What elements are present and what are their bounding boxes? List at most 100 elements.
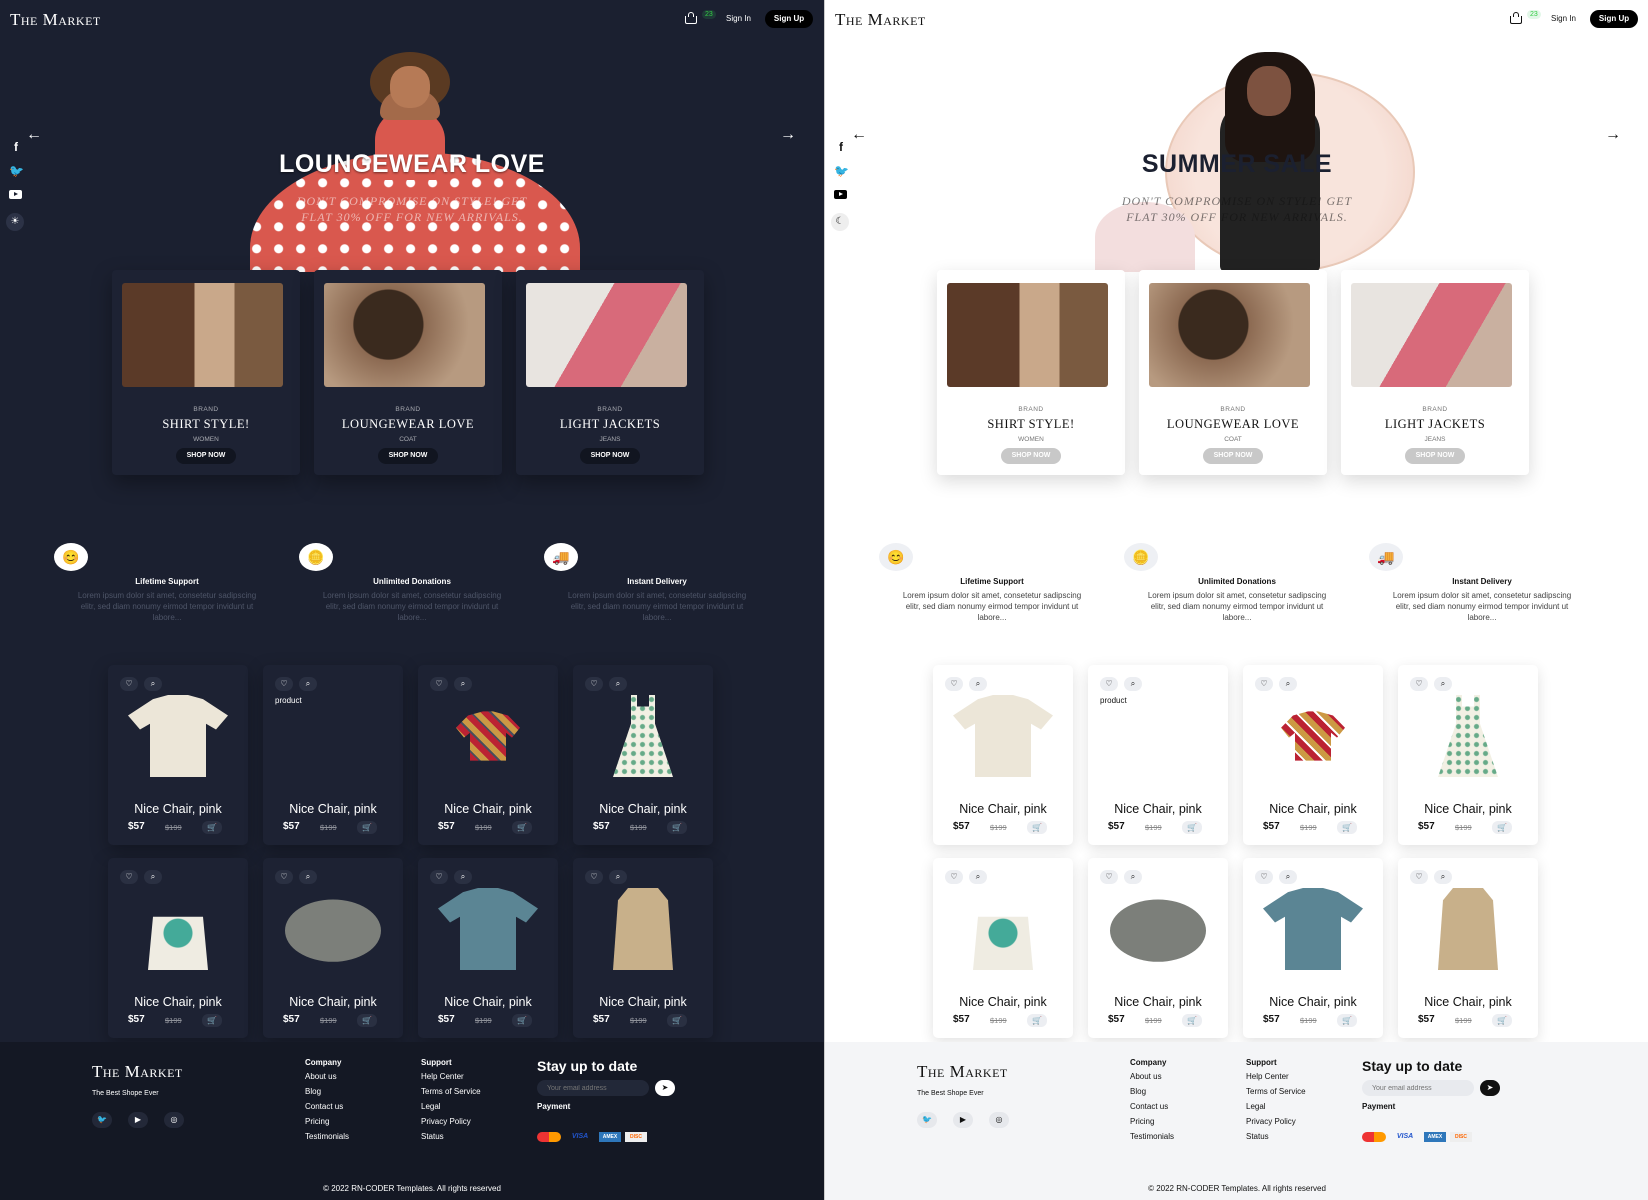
product-name[interactable]: Nice Chair, pink xyxy=(933,995,1073,1009)
footer-link[interactable]: Blog xyxy=(305,1087,349,1096)
facebook-icon[interactable]: f xyxy=(834,140,848,154)
shop-now-button[interactable]: SHOP NOW xyxy=(1001,448,1061,464)
sign-up-button[interactable]: Sign Up xyxy=(1590,10,1638,28)
arrow-left-icon[interactable]: ← xyxy=(26,126,42,144)
product-name[interactable]: Nice Chair, pink xyxy=(573,995,713,1009)
footer-link[interactable]: Contact us xyxy=(305,1102,349,1111)
product-card[interactable]: ♡ ⌕ Nice Chair, pink $57 $199 🛒 product xyxy=(1088,665,1228,845)
heart-icon[interactable]: ♡ xyxy=(120,677,138,691)
youtube-icon[interactable] xyxy=(834,190,847,199)
add-to-cart-icon[interactable]: 🛒 xyxy=(1027,821,1047,834)
shop-now-button[interactable]: SHOP NOW xyxy=(580,448,640,464)
arrow-left-icon[interactable]: ← xyxy=(851,126,867,144)
logo[interactable]: The Market xyxy=(10,10,101,30)
product-name[interactable]: Nice Chair, pink xyxy=(933,802,1073,816)
product-name[interactable]: Nice Chair, pink xyxy=(1243,802,1383,816)
search-icon[interactable]: ⌕ xyxy=(1279,677,1297,691)
heart-icon[interactable]: ♡ xyxy=(275,677,293,691)
product-card[interactable]: ♡ ⌕ Nice Chair, pink $57 $199 🛒 xyxy=(1243,858,1383,1038)
footer-link[interactable]: Pricing xyxy=(1130,1117,1174,1126)
sign-in-link[interactable]: Sign In xyxy=(726,14,751,23)
footer-link[interactable]: Privacy Policy xyxy=(421,1117,481,1126)
add-to-cart-icon[interactable]: 🛒 xyxy=(1492,821,1512,834)
heart-icon[interactable]: ♡ xyxy=(585,870,603,884)
footer-link[interactable]: Blog xyxy=(1130,1087,1174,1096)
shop-now-button[interactable]: SHOP NOW xyxy=(1405,448,1465,464)
product-card[interactable]: ♡ ⌕ Nice Chair, pink $57 $199 🛒 xyxy=(573,665,713,845)
theme-toggle-moon[interactable]: ☾ xyxy=(831,213,849,231)
search-icon[interactable]: ⌕ xyxy=(144,870,162,884)
heart-icon[interactable]: ♡ xyxy=(1255,677,1273,691)
heart-icon[interactable]: ♡ xyxy=(275,870,293,884)
product-name[interactable]: Nice Chair, pink xyxy=(1088,995,1228,1009)
add-to-cart-icon[interactable]: 🛒 xyxy=(357,1014,377,1027)
shop-now-button[interactable]: SHOP NOW xyxy=(176,448,236,464)
add-to-cart-icon[interactable]: 🛒 xyxy=(1337,1014,1357,1027)
sign-in-link[interactable]: Sign In xyxy=(1551,14,1576,23)
footer-link[interactable]: Privacy Policy xyxy=(1246,1117,1306,1126)
heart-icon[interactable]: ♡ xyxy=(430,870,448,884)
heart-icon[interactable]: ♡ xyxy=(1410,677,1428,691)
product-card[interactable]: ♡ ⌕ Nice Chair, pink $57 $199 🛒 xyxy=(108,665,248,845)
twitter-icon[interactable]: 🐦 xyxy=(9,164,24,178)
footer-instagram-icon[interactable]: ◎ xyxy=(164,1112,184,1128)
search-icon[interactable]: ⌕ xyxy=(609,677,627,691)
product-name[interactable]: Nice Chair, pink xyxy=(108,995,248,1009)
add-to-cart-icon[interactable]: 🛒 xyxy=(1337,821,1357,834)
footer-youtube-icon[interactable]: ▶ xyxy=(953,1112,973,1128)
footer-link[interactable]: Terms of Service xyxy=(1246,1087,1306,1096)
arrow-right-icon[interactable]: → xyxy=(1605,126,1621,144)
product-card[interactable]: ♡ ⌕ Nice Chair, pink $57 $199 🛒 xyxy=(1398,858,1538,1038)
arrow-right-icon[interactable]: → xyxy=(780,126,796,144)
search-icon[interactable]: ⌕ xyxy=(1124,677,1142,691)
search-icon[interactable]: ⌕ xyxy=(299,677,317,691)
product-name[interactable]: Nice Chair, pink xyxy=(263,995,403,1009)
product-card[interactable]: ♡ ⌕ Nice Chair, pink $57 $199 🛒 product xyxy=(263,665,403,845)
product-name[interactable]: Nice Chair, pink xyxy=(1088,802,1228,816)
footer-link[interactable]: About us xyxy=(1130,1072,1174,1081)
product-name[interactable]: Nice Chair, pink xyxy=(418,995,558,1009)
add-to-cart-icon[interactable]: 🛒 xyxy=(667,821,687,834)
add-to-cart-icon[interactable]: 🛒 xyxy=(1027,1014,1047,1027)
search-icon[interactable]: ⌕ xyxy=(609,870,627,884)
heart-icon[interactable]: ♡ xyxy=(1255,870,1273,884)
search-icon[interactable]: ⌕ xyxy=(299,870,317,884)
footer-twitter-icon[interactable]: 🐦 xyxy=(92,1112,112,1128)
product-card[interactable]: ♡ ⌕ Nice Chair, pink $57 $199 🛒 xyxy=(933,665,1073,845)
footer-link[interactable]: Pricing xyxy=(305,1117,349,1126)
footer-link[interactable]: Testimonials xyxy=(305,1132,349,1141)
add-to-cart-icon[interactable]: 🛒 xyxy=(667,1014,687,1027)
product-card[interactable]: ♡ ⌕ Nice Chair, pink $57 $199 🛒 xyxy=(1398,665,1538,845)
search-icon[interactable]: ⌕ xyxy=(969,870,987,884)
footer-link[interactable]: About us xyxy=(305,1072,349,1081)
footer-link[interactable]: Testimonials xyxy=(1130,1132,1174,1141)
logo[interactable]: The Market xyxy=(835,10,926,30)
product-name[interactable]: Nice Chair, pink xyxy=(108,802,248,816)
footer-link[interactable]: Help Center xyxy=(1246,1072,1306,1081)
footer-link[interactable]: Contact us xyxy=(1130,1102,1174,1111)
footer-youtube-icon[interactable]: ▶ xyxy=(128,1112,148,1128)
product-card[interactable]: ♡ ⌕ Nice Chair, pink $57 $199 🛒 xyxy=(263,858,403,1038)
heart-icon[interactable]: ♡ xyxy=(1410,870,1428,884)
footer-instagram-icon[interactable]: ◎ xyxy=(989,1112,1009,1128)
add-to-cart-icon[interactable]: 🛒 xyxy=(1182,1014,1202,1027)
footer-link[interactable]: Status xyxy=(1246,1132,1306,1141)
product-card[interactable]: ♡ ⌕ Nice Chair, pink $57 $199 🛒 xyxy=(418,665,558,845)
footer-link[interactable]: Status xyxy=(421,1132,481,1141)
add-to-cart-icon[interactable]: 🛒 xyxy=(357,821,377,834)
cart-icon[interactable] xyxy=(684,12,698,24)
email-input[interactable] xyxy=(537,1080,649,1096)
heart-icon[interactable]: ♡ xyxy=(945,677,963,691)
search-icon[interactable]: ⌕ xyxy=(454,677,472,691)
product-name[interactable]: Nice Chair, pink xyxy=(418,802,558,816)
search-icon[interactable]: ⌕ xyxy=(1124,870,1142,884)
sign-up-button[interactable]: Sign Up xyxy=(765,10,813,28)
footer-link[interactable]: Help Center xyxy=(421,1072,481,1081)
product-name[interactable]: Nice Chair, pink xyxy=(573,802,713,816)
footer-logo[interactable]: The Market xyxy=(92,1062,183,1082)
product-card[interactable]: ♡ ⌕ Nice Chair, pink $57 $199 🛒 xyxy=(108,858,248,1038)
product-card[interactable]: ♡ ⌕ Nice Chair, pink $57 $199 🛒 xyxy=(1243,665,1383,845)
twitter-icon[interactable]: 🐦 xyxy=(834,164,849,178)
search-icon[interactable]: ⌕ xyxy=(1434,870,1452,884)
search-icon[interactable]: ⌕ xyxy=(969,677,987,691)
